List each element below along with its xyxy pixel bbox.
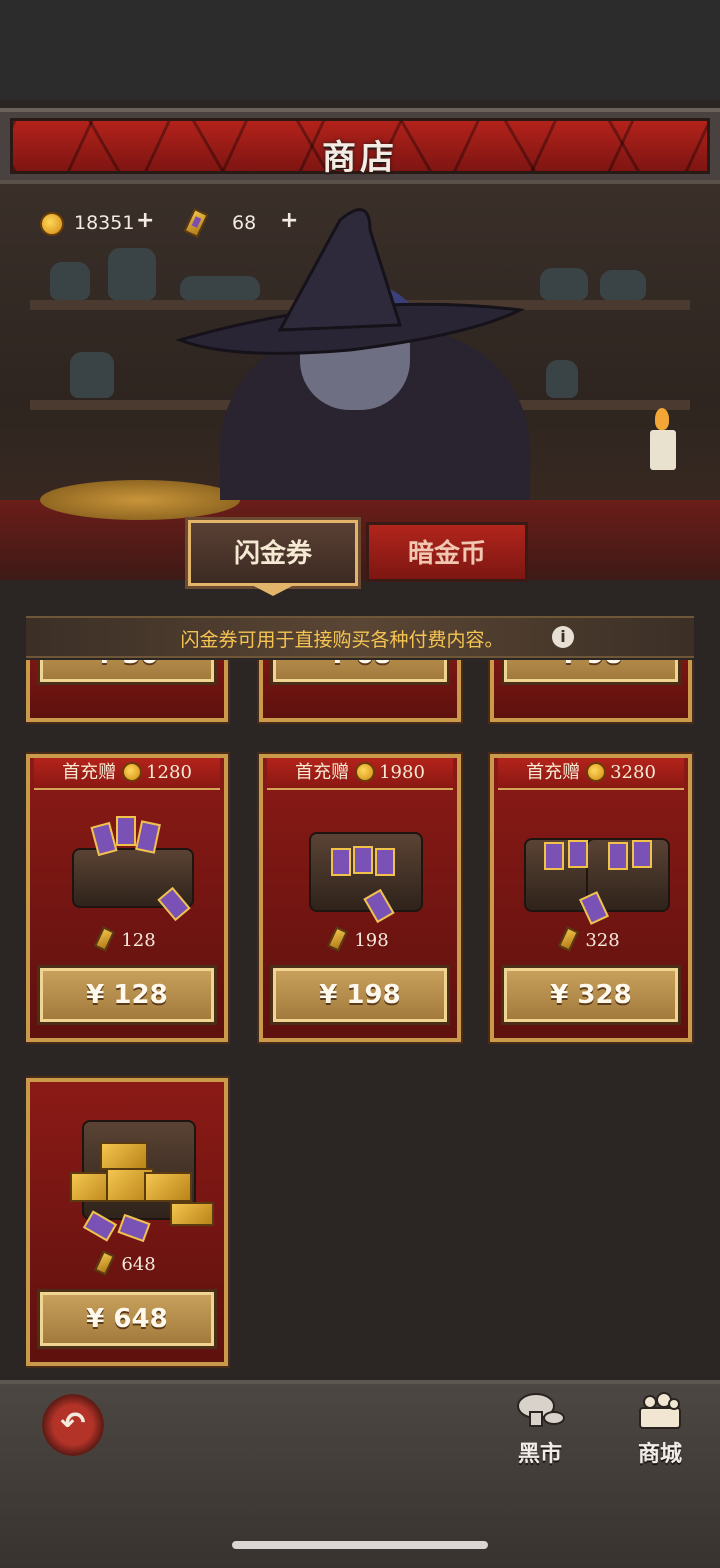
- info-bar: 闪金券可用于直接购买各种付费内容。 i: [26, 616, 694, 658]
- ticket-amount: 328: [494, 926, 688, 952]
- gold-ticket-stack: [170, 1202, 214, 1226]
- product-card[interactable]: ¥ 68: [257, 660, 463, 724]
- product-card[interactable]: 首充赠 1280 128 ¥ 128: [26, 752, 230, 1044]
- title-banner: 商店: [0, 108, 720, 184]
- home-indicator: [232, 1541, 488, 1549]
- tab-dark-coins[interactable]: 暗金币: [366, 522, 528, 582]
- info-icon[interactable]: i: [552, 626, 574, 648]
- bonus-value: 1280: [146, 762, 192, 783]
- jar: [546, 360, 578, 398]
- tab-gold-tickets[interactable]: 闪金券: [185, 517, 361, 589]
- gold-coin-icon: [122, 762, 143, 782]
- price-button[interactable]: ¥ 128: [37, 965, 217, 1025]
- gold-coin-icon: [586, 762, 607, 782]
- ticket: [608, 842, 628, 870]
- ticket: [353, 846, 373, 874]
- gold-ticket-icon: [558, 926, 580, 952]
- coin-balance: 18351: [74, 212, 135, 234]
- candle-flame: [655, 408, 669, 430]
- price-button[interactable]: ¥ 98: [501, 660, 681, 685]
- ticket-amount: 128: [30, 926, 224, 952]
- ticket-amount: 648: [30, 1250, 224, 1276]
- status-bar-area: [0, 0, 720, 100]
- black-market-icon: [517, 1393, 565, 1427]
- jar: [70, 352, 114, 398]
- mall-icon: [639, 1392, 681, 1429]
- jar: [108, 248, 156, 300]
- ticket: [568, 840, 588, 868]
- product-card[interactable]: 648 ¥ 648: [26, 1076, 230, 1368]
- gold-ticket-icon: [94, 1250, 116, 1276]
- nav-label: 黑市: [517, 1442, 562, 1467]
- ticket-bag-illustration: [60, 802, 194, 922]
- product-grid: ¥ 30 ¥ 68 ¥ 98 首充赠 1280 128 ¥ 128 首充赠 1980: [26, 660, 694, 1378]
- ticket: [116, 816, 136, 846]
- witch-hat: [175, 208, 526, 355]
- price-button[interactable]: ¥ 68: [270, 660, 450, 685]
- gold-ticket-icon: [94, 926, 116, 952]
- back-button[interactable]: ↶: [42, 1394, 104, 1456]
- active-tab-arrow: [250, 584, 296, 596]
- first-charge-badge: 首充赠 1980: [267, 758, 453, 790]
- product-card[interactable]: 首充赠 3280 328 ¥ 328: [488, 752, 694, 1044]
- ticket-backpacks-illustration: [524, 802, 670, 925]
- bonus-value: 3280: [610, 762, 656, 783]
- price-button[interactable]: ¥ 30: [37, 660, 217, 685]
- product-card[interactable]: 首充赠 1980 198 ¥ 198: [257, 752, 463, 1044]
- add-tickets-button[interactable]: +: [280, 208, 298, 233]
- first-charge-badge: 首充赠 1280: [34, 758, 220, 790]
- product-card[interactable]: ¥ 98: [488, 660, 694, 724]
- nav-mall[interactable]: 商城: [610, 1390, 710, 1468]
- ticket: [331, 848, 351, 876]
- jar: [540, 268, 588, 300]
- page-title: 商店: [322, 138, 398, 178]
- jar: [50, 262, 90, 300]
- price-button[interactable]: ¥ 198: [270, 965, 450, 1025]
- ticket-backpack-illustration: [293, 802, 427, 924]
- gold-pile: [40, 480, 240, 520]
- ticket: [544, 842, 564, 870]
- ticket: [632, 840, 652, 868]
- bonus-value: 1980: [379, 762, 425, 783]
- gold-coin-icon: [40, 212, 64, 236]
- nav-black-market[interactable]: 黑市: [490, 1390, 590, 1468]
- price-button[interactable]: ¥ 328: [501, 965, 681, 1025]
- add-coins-button[interactable]: +: [136, 208, 154, 233]
- ticket: [375, 848, 395, 876]
- jar: [600, 270, 646, 300]
- product-card[interactable]: ¥ 30: [26, 660, 230, 724]
- first-charge-badge: 首充赠 3280: [498, 758, 684, 790]
- gold-coin-icon: [355, 762, 376, 782]
- ticket-chest-illustration: [60, 1102, 214, 1252]
- gold-ticket-stack: [144, 1172, 192, 1202]
- ticket-amount: 198: [263, 926, 457, 952]
- bonus-label: 首充赠: [526, 762, 581, 783]
- nav-label: 商城: [637, 1442, 682, 1467]
- bonus-label: 首充赠: [295, 762, 350, 783]
- gold-ticket-stack: [100, 1142, 148, 1170]
- bonus-label: 首充赠: [62, 762, 117, 783]
- price-button[interactable]: ¥ 648: [37, 1289, 217, 1349]
- candle: [650, 430, 676, 470]
- gold-ticket-icon: [327, 926, 349, 952]
- ticket-balance: 68: [232, 212, 257, 234]
